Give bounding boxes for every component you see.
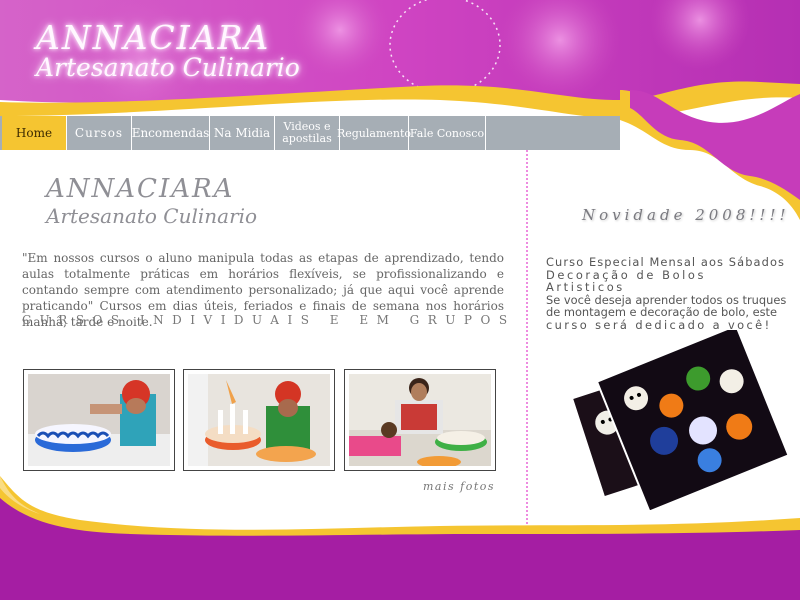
nav-home[interactable]: Home — [2, 116, 67, 150]
promo-line: de montagem e decoração de bolo, este — [546, 305, 777, 319]
content-logo-title: ANNACIARA — [46, 174, 235, 204]
footer-wave — [0, 476, 800, 600]
nav-videos-apostilas[interactable]: Videos e apostilas — [275, 116, 340, 150]
brand-subtitle: Artesanato Culinario — [36, 53, 300, 82]
right-swoosh-decoration — [620, 90, 800, 220]
courses-tagline: CURSOS INDIVIDUAIS E EM GRUPOS — [22, 313, 516, 327]
nav-regulamento[interactable]: Regulamento — [337, 116, 411, 150]
promo-line: Curso Especial Mensal aos Sábados — [546, 255, 786, 269]
brand-title: ANNACIARA — [36, 18, 271, 57]
novidade-title: Novidade 2008!!!! — [582, 206, 790, 224]
promo-text: Curso Especial Mensal aos Sábados Decora… — [546, 256, 790, 331]
promo-line: Decoração de Bolos Artisticos — [546, 267, 707, 294]
content-logo-subtitle: Artesanato Culinario — [46, 204, 258, 228]
nav-cursos[interactable]: Cursos — [67, 116, 132, 150]
nav-encomendas[interactable]: Encomendas — [132, 116, 210, 150]
nav-na-midia[interactable]: Na Midia — [210, 116, 275, 150]
main-nav: Home Cursos Encomendas Na Midia Videos e… — [0, 116, 800, 150]
nav-fale-conosco[interactable]: Fale Conosco — [409, 116, 486, 150]
